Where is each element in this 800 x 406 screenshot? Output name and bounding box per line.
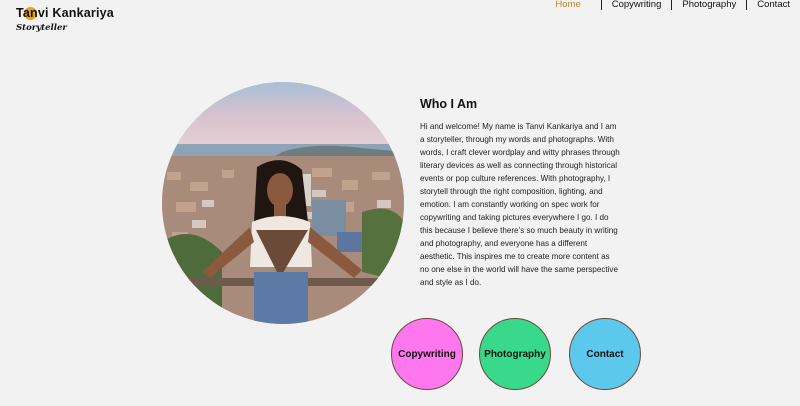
- about-section: Who I Am Hi and welcome! My name is Tanv…: [420, 97, 620, 289]
- nav-contact[interactable]: Contact: [747, 0, 800, 10]
- site-title[interactable]: Tanvi Kankariya: [16, 6, 114, 20]
- brand: Tanvi Kankariya Storyteller: [16, 6, 114, 33]
- copywriting-button[interactable]: Copywriting: [391, 318, 463, 390]
- nav-copywriting[interactable]: Copywriting: [602, 0, 672, 10]
- nav-photography[interactable]: Photography: [672, 0, 746, 10]
- about-heading: Who I Am: [420, 97, 478, 111]
- contact-button[interactable]: Contact: [569, 318, 641, 390]
- main-nav: Home Copywriting Photography Contact: [545, 0, 800, 12]
- profile-photo: [162, 82, 404, 324]
- site-tagline: Storyteller: [16, 23, 67, 33]
- photography-button[interactable]: Photography: [479, 318, 551, 390]
- about-body: Hi and welcome! My name is Tanvi Kankari…: [420, 122, 620, 287]
- profile-photo-illustration: [162, 82, 404, 324]
- nav-home[interactable]: Home: [545, 0, 600, 10]
